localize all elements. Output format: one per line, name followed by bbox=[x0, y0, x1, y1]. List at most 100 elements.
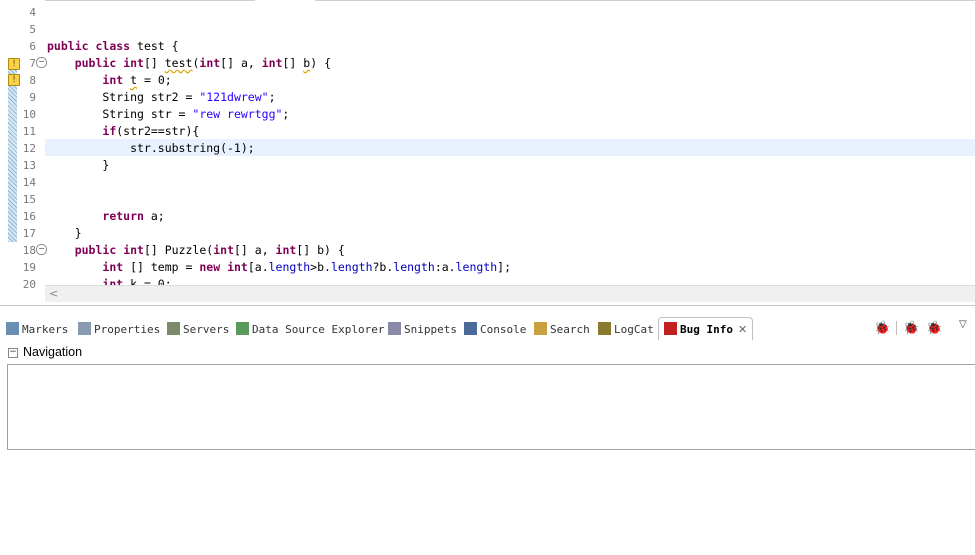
horizontal-scrollbar[interactable]: < bbox=[45, 285, 975, 302]
overview-ruler bbox=[7, 0, 17, 290]
tab-properties[interactable]: Properties bbox=[78, 321, 160, 339]
code-token: int bbox=[123, 243, 144, 257]
code-token: int bbox=[123, 56, 144, 70]
tab-label: Console bbox=[480, 323, 527, 336]
tab-label: Servers bbox=[183, 323, 230, 336]
line-number: 18 bbox=[22, 244, 36, 257]
tab-data-source-explorer[interactable]: Data Source Explorer bbox=[236, 321, 384, 339]
line-number: 4 bbox=[29, 6, 36, 19]
code-line[interactable]: public int[] Puzzle(int[] a, int[] b) { bbox=[47, 242, 345, 259]
scroll-left-icon[interactable]: < bbox=[49, 287, 58, 300]
code-token: int bbox=[199, 56, 221, 70]
bug-icon bbox=[664, 322, 677, 335]
toolbar-separator bbox=[896, 321, 897, 335]
code-line[interactable]: str.substring(-1); bbox=[47, 140, 255, 157]
servers-icon bbox=[167, 322, 180, 335]
tab-bug-info[interactable]: Bug Info ✕ bbox=[658, 317, 754, 340]
navigation-panel[interactable] bbox=[7, 364, 975, 450]
navigation-title: Navigation bbox=[23, 345, 83, 359]
code-token: int bbox=[261, 56, 283, 70]
code-token: = 0; bbox=[137, 73, 172, 87]
tab-label: Search bbox=[550, 323, 590, 336]
tab-label: LogCat bbox=[614, 323, 654, 336]
line-number: 20 bbox=[22, 278, 36, 291]
line-number: 7 bbox=[29, 57, 36, 70]
line-number: 9 bbox=[29, 91, 36, 104]
snippets-icon bbox=[388, 322, 401, 335]
code-token: class bbox=[95, 39, 131, 53]
code-token: [a. bbox=[247, 260, 269, 274]
code-token: :a. bbox=[434, 260, 456, 274]
code-token: public bbox=[74, 56, 117, 70]
code-token: a; bbox=[143, 209, 165, 223]
bug-toolbar-icon[interactable]: 🐞 bbox=[903, 320, 919, 336]
fold-toggle-icon[interactable]: − bbox=[36, 57, 47, 68]
code-token: ; bbox=[282, 107, 290, 121]
code-token: [] Puzzle( bbox=[143, 243, 214, 257]
view-menu-icon[interactable]: ▽ bbox=[959, 319, 967, 330]
code-token: test { bbox=[130, 39, 179, 53]
markers-icon bbox=[6, 322, 19, 335]
code-token: ?b. bbox=[372, 260, 394, 274]
close-icon[interactable]: ✕ bbox=[738, 323, 747, 336]
code-token: "121dwrew" bbox=[199, 90, 269, 104]
code-token: int bbox=[227, 260, 248, 274]
line-number: 10 bbox=[22, 108, 36, 121]
line-number: 11 bbox=[22, 125, 36, 138]
line-number: 14 bbox=[22, 176, 36, 189]
code-token: } bbox=[47, 158, 110, 172]
code-line[interactable]: return a; bbox=[47, 208, 165, 225]
code-token: (str2==str){ bbox=[116, 124, 200, 138]
code-token: test bbox=[164, 56, 193, 70]
tab-servers[interactable]: Servers bbox=[167, 321, 229, 339]
code-token: int bbox=[102, 73, 124, 87]
code-token: } bbox=[47, 226, 82, 240]
code-token: [] bbox=[282, 56, 304, 70]
code-token: int bbox=[213, 243, 234, 257]
tab-logcat[interactable]: LogCat bbox=[598, 321, 654, 339]
tab-markers[interactable]: Markers bbox=[6, 321, 68, 339]
code-line[interactable]: public int[] test(int[] a, int[] b) { bbox=[47, 55, 331, 72]
code-line[interactable]: int [] temp = new int[a.length>b.length?… bbox=[47, 259, 511, 276]
code-token: new bbox=[199, 260, 221, 274]
code-token: int bbox=[275, 243, 297, 257]
bug-toolbar-icon[interactable]: 🐞 bbox=[874, 320, 890, 336]
tab-label: Properties bbox=[94, 323, 161, 336]
collapse-icon[interactable]: − bbox=[8, 348, 18, 358]
code-line[interactable]: if(str2==str){ bbox=[47, 123, 199, 140]
line-number: 13 bbox=[22, 159, 36, 172]
tab-console[interactable]: Console bbox=[464, 321, 526, 339]
code-token: [] bbox=[143, 56, 165, 70]
tab-label: Data Source Explorer bbox=[252, 323, 385, 336]
code-editor[interactable]: ! ! public class test { public int[] tes… bbox=[0, 0, 975, 306]
code-token: ]; bbox=[497, 260, 512, 274]
line-number: 8 bbox=[29, 74, 36, 87]
code-line[interactable]: String str2 = "121dwrew"; bbox=[47, 89, 275, 106]
code-token: String str = bbox=[47, 107, 193, 121]
code-line[interactable]: } bbox=[47, 157, 109, 174]
code-line[interactable]: String str = "rew rewrtgg"; bbox=[47, 106, 289, 123]
code-token: >b. bbox=[310, 260, 331, 274]
code-token: [] b) { bbox=[296, 243, 345, 257]
tab-label: Markers bbox=[22, 323, 69, 336]
tab-search[interactable]: Search bbox=[534, 321, 590, 339]
code-line[interactable]: } bbox=[47, 225, 82, 242]
tab-snippets[interactable]: Snippets bbox=[388, 321, 457, 339]
editor-top-border bbox=[45, 0, 975, 1]
data-source-icon bbox=[236, 322, 249, 335]
code-token: public bbox=[47, 39, 89, 53]
code-line[interactable]: int t = 0; bbox=[47, 72, 172, 89]
code-token: length bbox=[393, 260, 435, 274]
console-icon bbox=[464, 322, 477, 335]
tab-label: Snippets bbox=[404, 323, 457, 336]
fold-toggle-icon[interactable]: − bbox=[36, 244, 47, 255]
code-token: return bbox=[102, 209, 144, 223]
code-token: int bbox=[102, 260, 124, 274]
code-line[interactable]: public class test { bbox=[47, 38, 179, 55]
bug-toolbar-icon[interactable]: 🐞 bbox=[926, 320, 942, 336]
